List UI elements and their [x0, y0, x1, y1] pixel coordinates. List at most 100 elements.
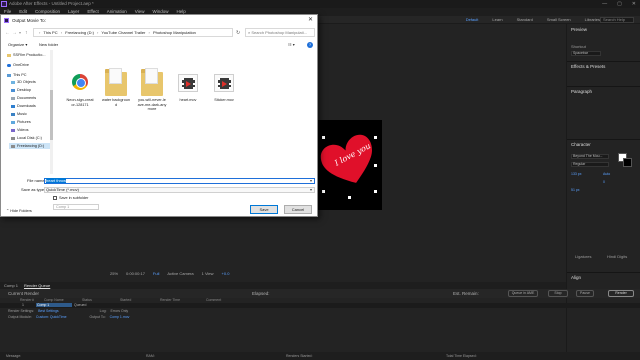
exposure-value[interactable]: +0.0 [222, 270, 230, 278]
hindi-digits-checkbox[interactable]: Hindi Digits [607, 254, 627, 259]
workspace-learn[interactable]: Learn [492, 16, 502, 24]
new-folder-button[interactable]: New folder [39, 40, 58, 50]
breadcrumb-item[interactable]: Photoshop Manipulation [153, 30, 196, 35]
camera-select[interactable]: Active Camera [167, 270, 193, 278]
chevron-right-icon[interactable]: › [97, 30, 98, 35]
workspace-standard[interactable]: Standard [517, 16, 533, 24]
font-select[interactable]: Beyond The Mou... [571, 154, 609, 159]
save-in-subfolder-checkbox[interactable] [53, 196, 57, 200]
file-item[interactable]: heart.mov [170, 68, 206, 103]
transform-handle[interactable] [374, 136, 377, 139]
transform-handle[interactable] [348, 196, 351, 199]
render-queue-item[interactable]: 1 Comp 1 Queued [0, 303, 640, 308]
transform-handle[interactable] [322, 136, 325, 139]
stroke-width-value[interactable]: 51 px [571, 188, 580, 192]
nav-item-music[interactable]: Music [11, 111, 27, 117]
close-icon[interactable]: ✕ [632, 0, 636, 8]
preview-panel-title[interactable]: Preview [571, 27, 587, 32]
save-button[interactable]: Save [250, 205, 278, 214]
maximize-icon[interactable]: ▢ [617, 0, 622, 8]
zoom-select[interactable]: 25% [110, 270, 118, 278]
recent-locations-chevron-icon[interactable]: ▾ [19, 30, 21, 35]
help-icon[interactable]: ? [307, 42, 313, 48]
subfolder-option[interactable]: Save in subfolder [53, 196, 88, 200]
file-name-value[interactable]: heart throw [46, 178, 67, 183]
shortcut-select[interactable]: Spacebar [571, 51, 601, 56]
render-button[interactable]: Render [608, 290, 634, 297]
minimize-icon[interactable]: — [602, 0, 607, 8]
nav-item-3d-objects[interactable]: 3D Objects [11, 79, 36, 85]
workspace-small-screen[interactable]: Small Screen [547, 16, 571, 24]
align-panel-title[interactable]: Align [571, 275, 581, 280]
save-as-type-select[interactable]: QuickTime (*.mov) ▾ [44, 187, 315, 193]
stop-button[interactable]: Stop [548, 290, 568, 297]
folder-search-input[interactable]: ⌕ Search Photoshop Manipulati... [245, 28, 315, 37]
tab-comp-1[interactable]: Comp 1 [4, 282, 18, 289]
workspace-libraries[interactable]: Libraries [585, 16, 600, 24]
close-icon[interactable]: ✕ [308, 15, 313, 26]
back-arrow-icon[interactable]: ← [5, 30, 10, 36]
render-settings-value[interactable]: Best Settings [38, 309, 59, 313]
navigation-scrollbar[interactable] [50, 50, 53, 174]
transform-handle[interactable] [322, 190, 325, 193]
output-module-value[interactable]: Custom: QuickTime [36, 315, 67, 319]
breadcrumb-item[interactable]: YouTube Channel Trailer [101, 30, 145, 35]
nav-item-desktop[interactable]: Desktop [11, 87, 31, 93]
cancel-button[interactable]: Cancel [284, 205, 312, 214]
queue-in-ame-button[interactable]: Queue in AME [508, 290, 538, 297]
tracking-value[interactable]: 0 [603, 180, 605, 184]
nav-item-ssfilm[interactable]: SSFilm Productio... [7, 52, 46, 58]
nav-item-local-disk-c[interactable]: Local Disk (C:) [11, 135, 42, 141]
file-item[interactable]: water backgroun d [98, 68, 134, 107]
organize-menu[interactable]: Organize ▾ [8, 40, 27, 50]
chevron-down-icon[interactable]: ▾ [310, 179, 312, 183]
paragraph-panel-title[interactable]: Paragraph [571, 89, 592, 94]
breadcrumb-item[interactable]: This PC [43, 30, 57, 35]
file-item[interactable]: Neon-sign-creat or-128171 [62, 68, 98, 107]
view-options-icon[interactable]: ☷ ▾ [288, 40, 295, 50]
ligatures-checkbox[interactable]: Ligatures [575, 254, 591, 259]
hide-folders-toggle[interactable]: ⌃ Hide Folders [6, 208, 32, 213]
timecode[interactable]: 0:00:00:17 [126, 270, 145, 278]
document-icon [11, 96, 15, 100]
effects-presets-title[interactable]: Effects & Presets [571, 64, 605, 69]
nav-item-freelancing-d[interactable]: Freelancing (D:) [9, 143, 51, 149]
log-select[interactable]: Errors Only [110, 309, 128, 313]
leading-value[interactable]: Auto [603, 172, 610, 176]
chevron-right-icon[interactable]: › [149, 30, 150, 35]
refresh-icon[interactable]: ↻ [236, 30, 240, 36]
breadcrumb[interactable]: › This PC › Freelancing (D:) › YouTube C… [33, 28, 233, 37]
file-item[interactable]: Sticker.mov [206, 68, 242, 103]
breadcrumb-item[interactable]: Freelancing (D:) [65, 30, 94, 35]
character-panel-title[interactable]: Character [571, 142, 591, 147]
nav-item-onedrive[interactable]: OneDrive [7, 62, 29, 68]
nav-item-videos[interactable]: Videos [11, 127, 29, 133]
nav-item-this-pc[interactable]: This PC [7, 72, 27, 78]
help-search-input[interactable]: Search Help [600, 17, 634, 23]
font-style-select[interactable]: Regular [571, 162, 609, 167]
output-to-value[interactable]: Comp 1.mov [110, 315, 130, 319]
tab-render-queue[interactable]: Render Queue [24, 282, 50, 289]
chevron-right-icon[interactable]: › [61, 30, 62, 35]
status-ram: RAM: [146, 354, 155, 358]
resolution-select[interactable]: Full [153, 270, 159, 278]
queue-item-comp-name[interactable]: Comp 1 [36, 303, 72, 307]
heart-layer[interactable]: I love you [319, 134, 379, 188]
workspace-default[interactable]: Default [466, 16, 479, 24]
file-name-field[interactable]: heart throw ▾ [44, 178, 315, 184]
view-layout-select[interactable]: 1 View [202, 270, 214, 278]
file-item[interactable]: you-will-never-le ave-me-dark-any more [134, 68, 170, 112]
comp-canvas[interactable]: I love you [316, 120, 382, 210]
nav-item-pictures[interactable]: Pictures [11, 119, 31, 125]
up-arrow-icon[interactable]: ↑ [25, 30, 28, 36]
nav-item-documents[interactable]: Documents [11, 95, 36, 101]
nav-item-downloads[interactable]: Downloads [11, 103, 36, 109]
scrollbar-thumb[interactable] [50, 90, 53, 140]
font-size-value[interactable]: 133 px [571, 172, 582, 176]
transform-handle[interactable] [374, 164, 377, 167]
transform-handle[interactable] [374, 190, 377, 193]
forward-arrow-icon[interactable]: → [12, 30, 17, 36]
pause-button[interactable]: Pause [576, 290, 594, 297]
chevron-down-icon[interactable]: ▾ [310, 188, 312, 192]
stroke-color-swatch[interactable] [623, 158, 632, 167]
